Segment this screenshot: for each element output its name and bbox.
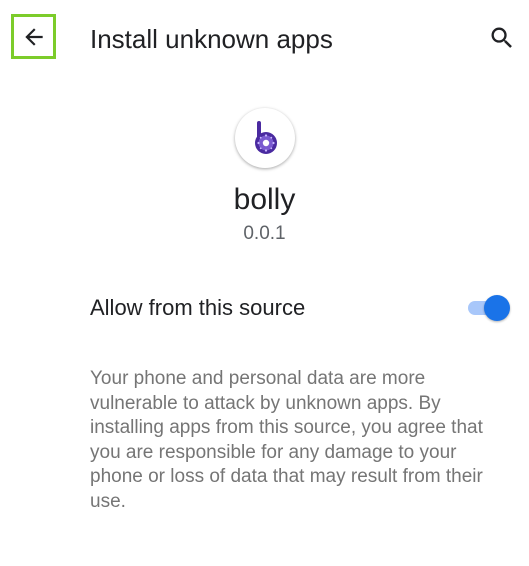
back-button[interactable] bbox=[11, 14, 56, 59]
search-icon bbox=[491, 27, 512, 48]
app-header: bolly 0.0.1 bbox=[0, 108, 529, 246]
app-name: bolly bbox=[233, 183, 296, 216]
bolly-app-icon bbox=[254, 121, 277, 154]
page-title: Install unknown apps bbox=[90, 24, 333, 54]
warning-description: Your phone and personal data are more vu… bbox=[90, 368, 483, 512]
app-version: 0.0.1 bbox=[243, 223, 286, 244]
search-button[interactable] bbox=[487, 23, 517, 53]
switch-thumb bbox=[484, 295, 510, 321]
allow-toggle-switch[interactable] bbox=[468, 294, 510, 322]
allow-from-source-setting[interactable]: Allow from this source bbox=[90, 288, 510, 328]
setting-label: Allow from this source bbox=[90, 295, 306, 320]
app-icon bbox=[234, 108, 295, 168]
arrow-left-icon bbox=[24, 27, 43, 46]
toolbar: Install unknown apps bbox=[0, 0, 529, 80]
